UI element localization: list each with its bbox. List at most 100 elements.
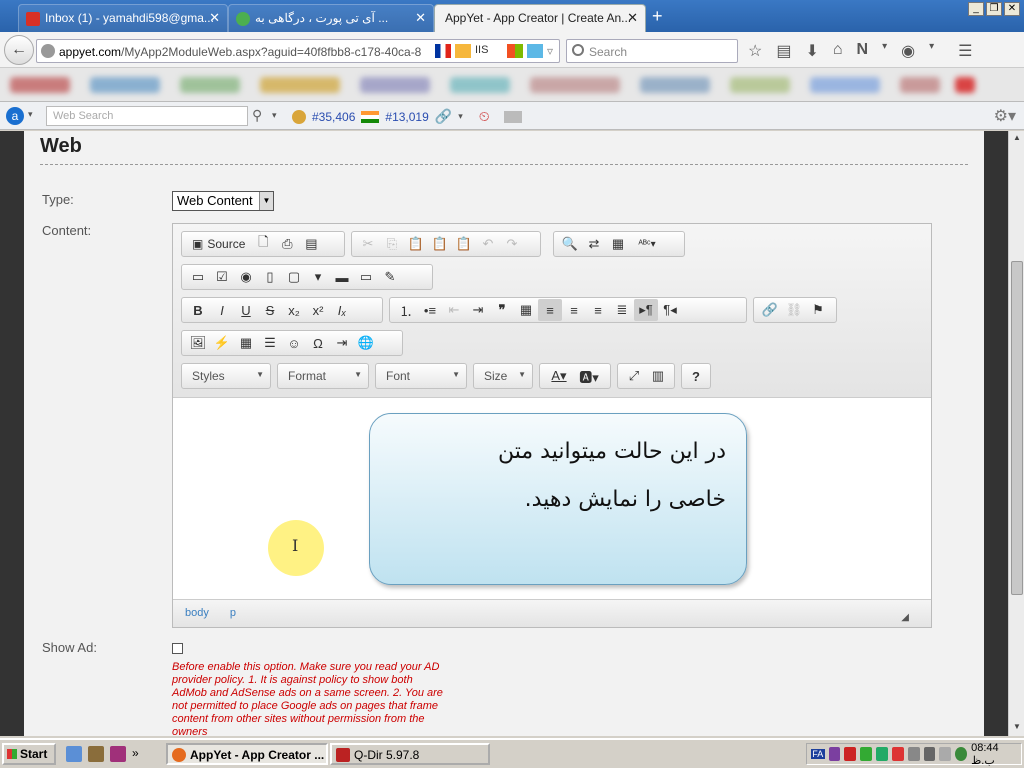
timer-icon[interactable]: ⏲ bbox=[479, 108, 490, 125]
show-ad-checkbox[interactable] bbox=[172, 643, 183, 654]
redo-icon[interactable]: ↷ bbox=[500, 233, 524, 255]
font-combo[interactable]: Font ▼ bbox=[375, 363, 467, 389]
paste-word-icon[interactable]: 📋 bbox=[452, 233, 476, 255]
show-blocks-icon[interactable]: ▥ bbox=[646, 365, 670, 387]
restore-button[interactable]: ❐ bbox=[986, 2, 1002, 16]
align-right-icon[interactable]: ≡ bbox=[586, 299, 610, 321]
volume-icon[interactable] bbox=[939, 747, 952, 761]
close-tab-icon[interactable]: ✕ bbox=[627, 10, 638, 26]
bulleted-list-icon[interactable]: •≡ bbox=[418, 299, 442, 321]
unlink-icon[interactable]: ⛓ bbox=[782, 299, 806, 321]
rtl-direction-icon[interactable]: ¶◂ bbox=[658, 299, 682, 321]
dropdown-icon[interactable]: ▿ bbox=[547, 44, 563, 58]
reading-list-icon[interactable]: ▤ bbox=[776, 41, 791, 61]
source-button[interactable]: ▣ Source bbox=[186, 237, 251, 251]
bookmark-item[interactable] bbox=[900, 77, 940, 93]
align-center-icon[interactable]: ≡ bbox=[562, 299, 586, 321]
editor-content-area[interactable]: در این حالت میتوانید متن خاصی را نمایش د… bbox=[173, 399, 931, 599]
cut-icon[interactable]: ✂ bbox=[356, 233, 380, 255]
format-combo[interactable]: Format ▼ bbox=[277, 363, 369, 389]
language-indicator[interactable]: FA bbox=[811, 749, 825, 759]
strikethrough-icon[interactable]: S bbox=[258, 299, 282, 321]
download-icon[interactable]: ⬇ bbox=[805, 41, 818, 61]
flash-icon[interactable]: ⚡ bbox=[210, 332, 234, 354]
increase-indent-icon[interactable]: ⇥ bbox=[466, 299, 490, 321]
ltr-direction-icon[interactable]: ▸¶ bbox=[634, 299, 658, 321]
bookmark-item[interactable] bbox=[450, 77, 510, 93]
preview-icon[interactable]: 🗋 bbox=[251, 233, 275, 255]
close-tab-icon[interactable]: ✕ bbox=[209, 10, 220, 26]
network-icon[interactable] bbox=[907, 747, 920, 761]
paste-icon[interactable]: 📋 bbox=[404, 233, 428, 255]
size-combo[interactable]: Size ▼ bbox=[473, 363, 533, 389]
text-color-icon[interactable]: A▾ bbox=[544, 365, 574, 387]
hidden-field-icon[interactable]: ✎ bbox=[378, 266, 402, 288]
shield-icon[interactable] bbox=[891, 747, 904, 761]
explorer-icon[interactable] bbox=[66, 746, 82, 762]
tray-app-icon[interactable] bbox=[860, 747, 873, 761]
bookmark-item[interactable] bbox=[360, 77, 430, 93]
close-tab-icon[interactable]: ✕ bbox=[415, 10, 426, 26]
styles-combo[interactable]: Styles ▼ bbox=[181, 363, 271, 389]
image-icon[interactable]: 🖼 bbox=[186, 332, 210, 354]
page-icon[interactable] bbox=[527, 44, 543, 58]
italic-icon[interactable]: I bbox=[210, 299, 234, 321]
home-icon[interactable]: ⌂ bbox=[833, 41, 843, 61]
find-icon[interactable]: 🔍 bbox=[558, 233, 582, 255]
iframe-icon[interactable]: 🌐 bbox=[354, 332, 378, 354]
chevron-down-icon[interactable]: ▾ bbox=[458, 111, 463, 122]
button-field-icon[interactable]: ▬ bbox=[330, 266, 354, 288]
menu-icon[interactable]: ☰ bbox=[958, 41, 972, 61]
tray-app-icon[interactable] bbox=[876, 747, 888, 761]
monitor-icon[interactable] bbox=[923, 747, 936, 761]
bookmark-item[interactable] bbox=[10, 77, 70, 93]
checkbox-icon[interactable]: ☑ bbox=[210, 266, 234, 288]
select-all-icon[interactable]: ▦ bbox=[606, 233, 630, 255]
back-button[interactable]: ← bbox=[4, 35, 34, 65]
anchor-flag-icon[interactable]: ⚑ bbox=[806, 299, 830, 321]
bookmark-star-icon[interactable]: ☆ bbox=[748, 41, 762, 61]
replace-icon[interactable]: ⇄ bbox=[582, 233, 606, 255]
browser-search-box[interactable]: Search bbox=[566, 39, 738, 63]
taskbar-item-appyet[interactable]: AppYet - App Creator ... bbox=[166, 743, 328, 765]
media-icon[interactable] bbox=[110, 746, 126, 762]
remove-format-icon[interactable]: Iₓ bbox=[330, 299, 354, 321]
background-color-icon[interactable]: 🅰▾ bbox=[574, 365, 604, 387]
alexa-icon[interactable] bbox=[292, 109, 306, 124]
link-icon[interactable]: 🔗 bbox=[758, 299, 782, 321]
global-rank[interactable]: #35,406 bbox=[312, 110, 355, 124]
chevron-down-icon[interactable]: ▾ bbox=[929, 41, 934, 61]
path-body[interactable]: body bbox=[185, 607, 209, 619]
address-bar[interactable]: appyet.com/MyApp2ModuleWeb.aspx?aguid=40… bbox=[36, 39, 577, 63]
start-button[interactable]: Start bbox=[2, 743, 56, 765]
chevron-down-icon[interactable]: ▾ bbox=[28, 109, 33, 120]
scroll-up-icon[interactable]: ▲ bbox=[1011, 133, 1023, 145]
country-rank[interactable]: #13,019 bbox=[385, 110, 428, 124]
radio-icon[interactable]: ◉ bbox=[234, 266, 258, 288]
bookmark-item[interactable] bbox=[180, 77, 240, 93]
underline-icon[interactable]: U bbox=[234, 299, 258, 321]
numbered-list-icon[interactable]: ⒈ bbox=[394, 299, 418, 321]
smiley-icon[interactable]: ☺ bbox=[282, 332, 306, 354]
spellcheck-icon[interactable]: ᴬᴮᶜ▾ bbox=[630, 233, 664, 255]
iis-icon[interactable]: IIS bbox=[475, 44, 503, 58]
tray-app-icon[interactable] bbox=[844, 747, 857, 761]
n-extension-icon[interactable]: N bbox=[857, 41, 869, 61]
chevron-down-icon[interactable]: ▾ bbox=[272, 110, 277, 121]
resize-handle-icon[interactable]: ◢ bbox=[901, 612, 909, 623]
chevron-down-icon[interactable]: ▾ bbox=[882, 41, 887, 61]
path-p[interactable]: p bbox=[230, 607, 236, 619]
div-container-icon[interactable]: ▦ bbox=[514, 299, 538, 321]
ask-logo-icon[interactable]: a bbox=[6, 107, 24, 125]
tab-appyet[interactable]: AppYet - App Creator | Create An... ✕ bbox=[434, 4, 646, 32]
link-icon[interactable]: 🔗 bbox=[435, 108, 452, 125]
subscript-icon[interactable]: x₂ bbox=[282, 299, 306, 321]
new-tab-button[interactable]: + bbox=[652, 6, 663, 27]
table-icon[interactable]: ▦ bbox=[234, 332, 258, 354]
textarea-icon[interactable]: ▢ bbox=[282, 266, 306, 288]
undo-icon[interactable]: ↶ bbox=[476, 233, 500, 255]
globe-icon[interactable] bbox=[955, 747, 968, 761]
chart-icon[interactable] bbox=[455, 44, 471, 58]
bookmark-item[interactable] bbox=[260, 77, 340, 93]
bookmark-item[interactable] bbox=[640, 77, 710, 93]
